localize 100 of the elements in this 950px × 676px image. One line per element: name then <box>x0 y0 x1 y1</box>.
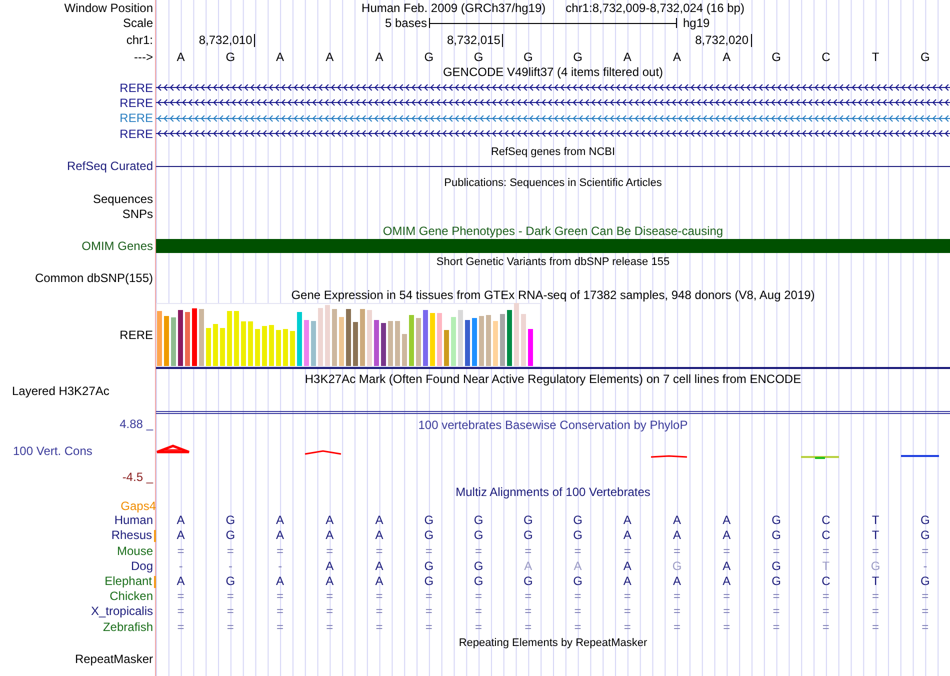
alignment-base: = <box>722 544 732 559</box>
species-label[interactable]: Elephant <box>104 574 152 590</box>
expression-bar <box>367 310 372 366</box>
alignment-base: = <box>524 544 533 559</box>
expression-bar <box>311 321 316 366</box>
expression-bar <box>304 320 309 366</box>
alignment-base: G <box>920 528 931 544</box>
species-label[interactable]: Mouse <box>116 544 153 559</box>
track-title: Publications: Sequences in Scientific Articles <box>444 176 662 189</box>
alignment-base: = <box>573 589 582 604</box>
alignment-base: = <box>176 604 186 620</box>
sequence-base: G <box>224 50 236 64</box>
alignment-base: G <box>423 528 435 544</box>
alignment-base: = <box>821 620 830 635</box>
expression-bar <box>514 303 519 366</box>
alignment-base: T <box>870 513 880 528</box>
track-label[interactable]: Sequences <box>92 192 153 206</box>
track-label[interactable]: RERE <box>120 328 153 342</box>
alignment-base: G <box>920 574 931 590</box>
expression-bar <box>493 321 498 366</box>
species-label[interactable]: Chicken <box>110 589 153 604</box>
alignment-base: = <box>325 604 334 620</box>
alignment-base: = <box>920 604 930 620</box>
track-label[interactable]: SNPs <box>122 206 153 221</box>
expression-bar <box>206 328 211 366</box>
alignment-base: = <box>722 604 732 620</box>
alignment-base: = <box>622 589 632 604</box>
alignment-base: T <box>821 558 831 574</box>
expression-bar <box>339 317 344 366</box>
alignment-base: = <box>622 544 632 559</box>
alignment-base: = <box>424 604 434 620</box>
track-title: H3K27Ac Mark (Often Found Near Active Regulatory Elements) on 7 cell lines from ENCODE <box>304 372 802 386</box>
expression-bar <box>437 313 442 366</box>
alignment-base: C <box>820 513 832 528</box>
alignment-base: T <box>870 574 880 590</box>
species-label[interactable]: Zebrafish <box>102 620 153 635</box>
alignment-base: A <box>722 558 732 574</box>
alignment-base: G <box>423 513 435 528</box>
phenotype-bar[interactable] <box>156 238 950 253</box>
strand-label: ---> <box>134 50 153 64</box>
alignment-base: - <box>922 558 928 574</box>
gene-label[interactable]: RERE <box>120 96 153 110</box>
alignment-base: - <box>227 558 234 574</box>
alignment-base: G <box>423 574 435 590</box>
track-label[interactable]: Common dbSNP(155) <box>34 270 153 285</box>
alignment-base: = <box>325 544 334 559</box>
alignment-base: = <box>226 604 235 620</box>
track-label[interactable]: RefSeq Curated <box>66 159 153 174</box>
expression-bar <box>360 309 365 366</box>
species-label[interactable]: Human <box>114 513 153 528</box>
row-label: Window Position <box>64 0 153 14</box>
gene-label[interactable]: RERE <box>120 126 153 141</box>
track-label[interactable]: 100 Vert. Cons <box>0 444 92 458</box>
alignment-base: A <box>523 558 534 574</box>
alignment-base: = <box>821 604 830 620</box>
alignment-base: A <box>176 574 186 590</box>
alignment-base: G <box>770 513 782 528</box>
expression-bar <box>332 309 337 366</box>
alignment-base: = <box>276 604 285 620</box>
track-label[interactable]: RepeatMasker <box>74 652 153 666</box>
alignment-base: = <box>722 620 732 635</box>
alignment-base: = <box>524 589 533 604</box>
expression-bar <box>178 310 183 366</box>
species-label[interactable]: Dog <box>130 558 153 574</box>
alignment-base: = <box>474 604 484 620</box>
expression-bar <box>528 329 533 366</box>
alignment-base: G <box>224 528 236 544</box>
alignment-base: G <box>522 528 534 544</box>
track-title: RefSeq genes from NCBI <box>490 146 616 158</box>
species-label[interactable]: Rhesus <box>111 528 152 544</box>
alignment-base: = <box>772 589 781 604</box>
expression-bar <box>248 322 253 366</box>
expression-bar <box>402 334 407 366</box>
sequence-base: A <box>622 50 632 64</box>
species-label[interactable]: X_tropicalis <box>90 604 153 620</box>
gene-label[interactable]: RERE <box>120 80 153 95</box>
sequence-base: G <box>770 50 782 64</box>
alignment-base: A <box>275 528 286 544</box>
track-label[interactable]: OMIM Genes <box>82 238 153 253</box>
alignment-base: = <box>871 620 880 635</box>
track-title: Multiz Alignments of 100 Vertebrates <box>456 484 650 499</box>
alignment-base: A <box>622 574 632 590</box>
row-label: chr1: <box>126 33 153 47</box>
alignment-base: = <box>474 620 484 635</box>
track-title: 100 vertebrates Basewise Conservation by PhyloP <box>418 418 688 432</box>
alignment-base: A <box>374 513 384 528</box>
alignment-base: = <box>672 589 682 604</box>
alignment-base: = <box>325 620 334 635</box>
alignment-base: A <box>275 513 286 528</box>
alignment-base: = <box>672 544 682 559</box>
expression-bar <box>423 310 428 366</box>
track-label[interactable]: Layered H3K27Ac <box>12 384 110 398</box>
gene-label[interactable]: RERE <box>120 111 153 126</box>
expression-bar <box>234 311 239 366</box>
track-title: GENCODE V49lift37 (4 items filtered out) <box>442 65 664 79</box>
track-title: Repeating Elements by RepeatMasker <box>458 637 648 650</box>
expression-bar <box>157 311 162 366</box>
alignment-base: G <box>572 528 584 544</box>
expression-bar <box>416 318 421 366</box>
expression-bar <box>241 322 246 366</box>
